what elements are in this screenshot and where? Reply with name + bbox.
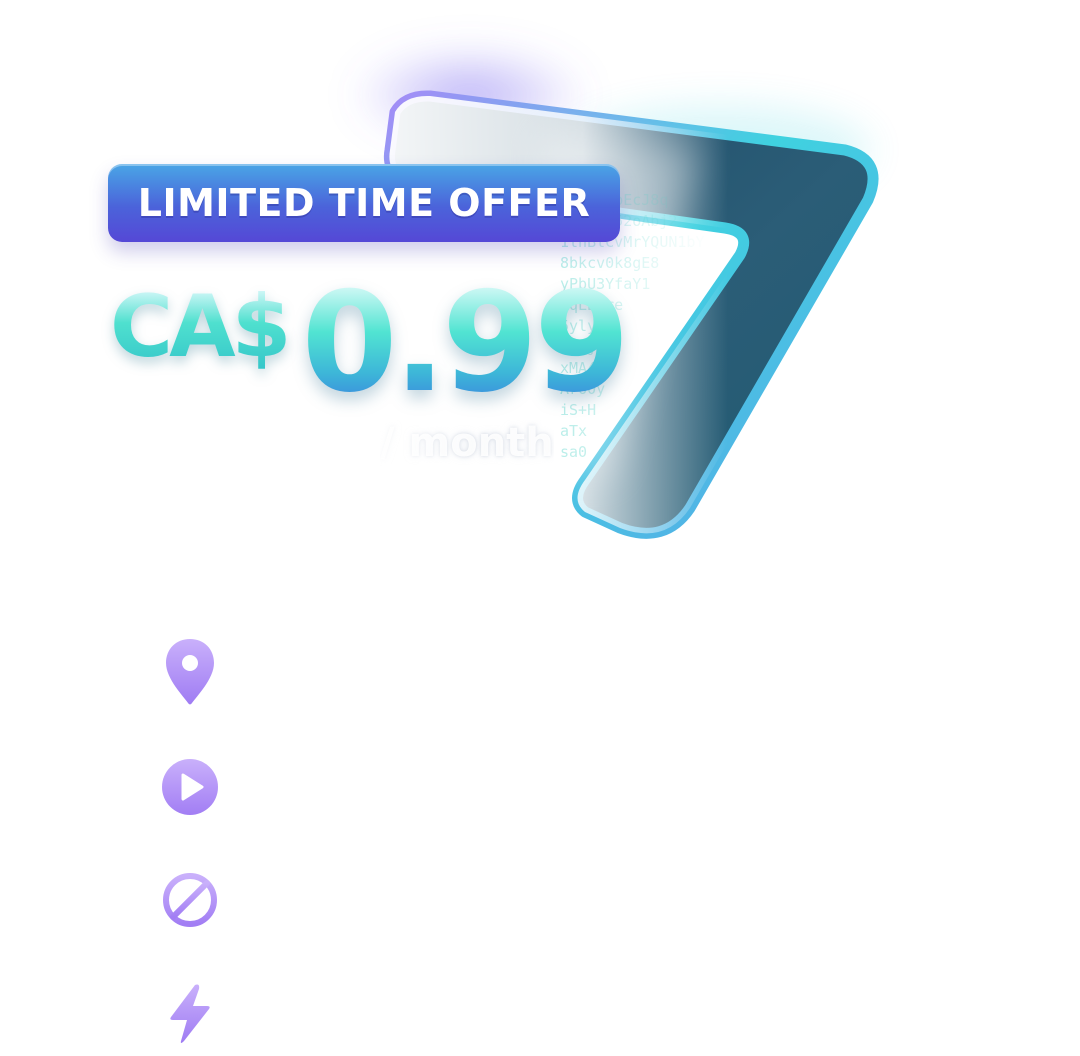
feature-item-speed	[158, 982, 222, 1046]
price-period: / month	[380, 420, 554, 466]
price: CA$ 0.99	[110, 262, 630, 423]
code-line: sa0	[560, 443, 588, 461]
promo-hero: zsJKRYbEcJ8q3bnKnD52oAbj21lnBlCvMrYQUN1b…	[0, 0, 1080, 580]
limited-offer-badge: LIMITED TIME OFFER	[108, 164, 620, 242]
lightning-icon	[165, 983, 215, 1045]
feature-item-streaming	[158, 755, 222, 819]
block-icon	[161, 871, 219, 929]
feature-item-location	[158, 637, 222, 707]
feature-item-blocking	[158, 868, 222, 932]
location-pin-icon	[162, 637, 218, 707]
price-amount: 0.99	[301, 262, 630, 423]
price-currency: CA$	[110, 277, 292, 377]
play-circle-icon	[161, 758, 219, 816]
code-line: aTx	[560, 422, 588, 440]
limited-offer-label: LIMITED TIME OFFER	[137, 181, 591, 225]
